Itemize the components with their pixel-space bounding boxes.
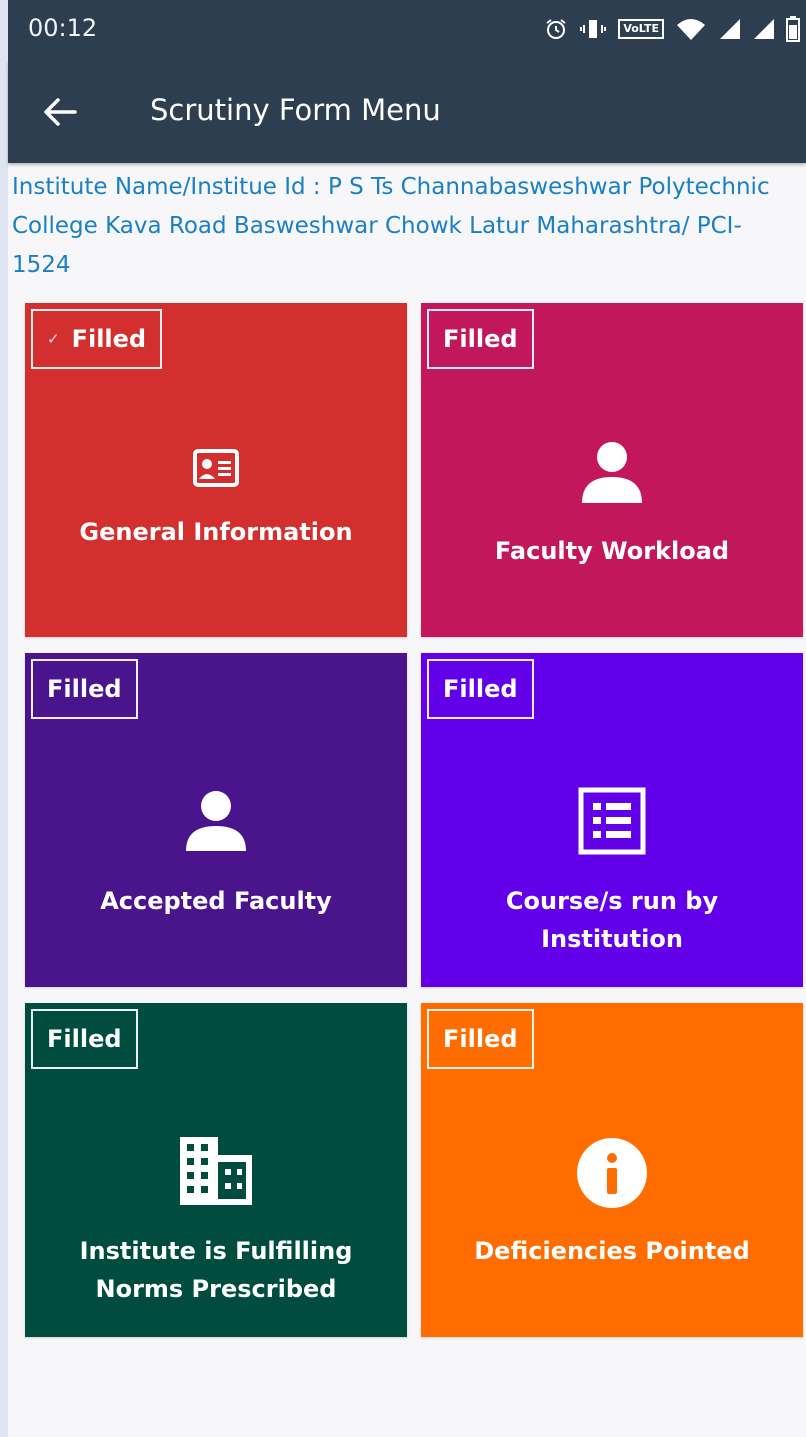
status-badge: Filled (31, 1009, 138, 1069)
volte-icon: VoLTE (618, 19, 664, 39)
tile-label: Accepted Faculty (100, 887, 332, 915)
status-badge-label: Filled (443, 1025, 518, 1053)
status-badge: ✓ Filled (31, 309, 163, 369)
status-time: 00:12 (28, 14, 98, 42)
tile-label: Faculty Workload (494, 537, 730, 565)
arrow-left-icon (44, 98, 77, 126)
person-icon (25, 790, 407, 851)
app-bar: Scrutiny Form Menu (8, 60, 806, 163)
tile-fulfilling-norms[interactable]: Filled Institute is Fulfilling Norms Pre… (25, 1003, 407, 1337)
tile-label: Institute is Fulfilling Norms Prescribed (79, 1237, 353, 1303)
status-badge-label: Filled (71, 325, 147, 353)
building-icon (25, 1135, 407, 1207)
tile-deficiencies-pointed[interactable]: Filled Deficiencies Pointed (421, 1003, 803, 1337)
status-badge: Filled (427, 309, 534, 369)
status-badge: Filled (427, 1009, 534, 1069)
tile-label: General Information (79, 518, 353, 546)
list-icon (421, 787, 803, 855)
back-button[interactable] (36, 88, 84, 136)
status-badge-label: Filled (47, 1025, 122, 1053)
status-badge: Filled (31, 659, 138, 719)
tile-label: Course/s run by Institution (505, 887, 719, 953)
tile-courses-run[interactable]: Filled Course/s run by Institution (421, 653, 803, 987)
tile-faculty-workload[interactable]: Filled Faculty Workload (421, 303, 803, 637)
tile-general-information[interactable]: ✓ Filled General Information (25, 303, 407, 637)
info-icon (421, 1137, 803, 1209)
status-icons: VoLTE (544, 14, 800, 44)
status-badge-label: Filled (47, 675, 122, 703)
status-badge-label: Filled (443, 325, 518, 353)
vibrate-icon (580, 20, 607, 38)
id-card-icon (25, 449, 407, 487)
person-icon (421, 441, 803, 503)
status-bar: 00:12 VoLTE (8, 0, 806, 60)
status-badge: Filled (427, 659, 534, 719)
signal-icon (720, 19, 740, 39)
tile-label: Deficiencies Pointed (474, 1237, 750, 1265)
signal-icon (754, 19, 774, 39)
status-badge-label: Filled (443, 675, 518, 703)
wifi-icon (677, 19, 705, 40)
tile-accepted-faculty[interactable]: Filled Accepted Faculty (25, 653, 407, 987)
battery-icon (786, 16, 800, 42)
alarm-icon (546, 19, 566, 39)
check-icon: ✓ (47, 330, 60, 348)
page-title: Scrutiny Form Menu (150, 93, 441, 127)
institute-info: Institute Name/Institue Id : P S Ts Chan… (12, 174, 770, 278)
